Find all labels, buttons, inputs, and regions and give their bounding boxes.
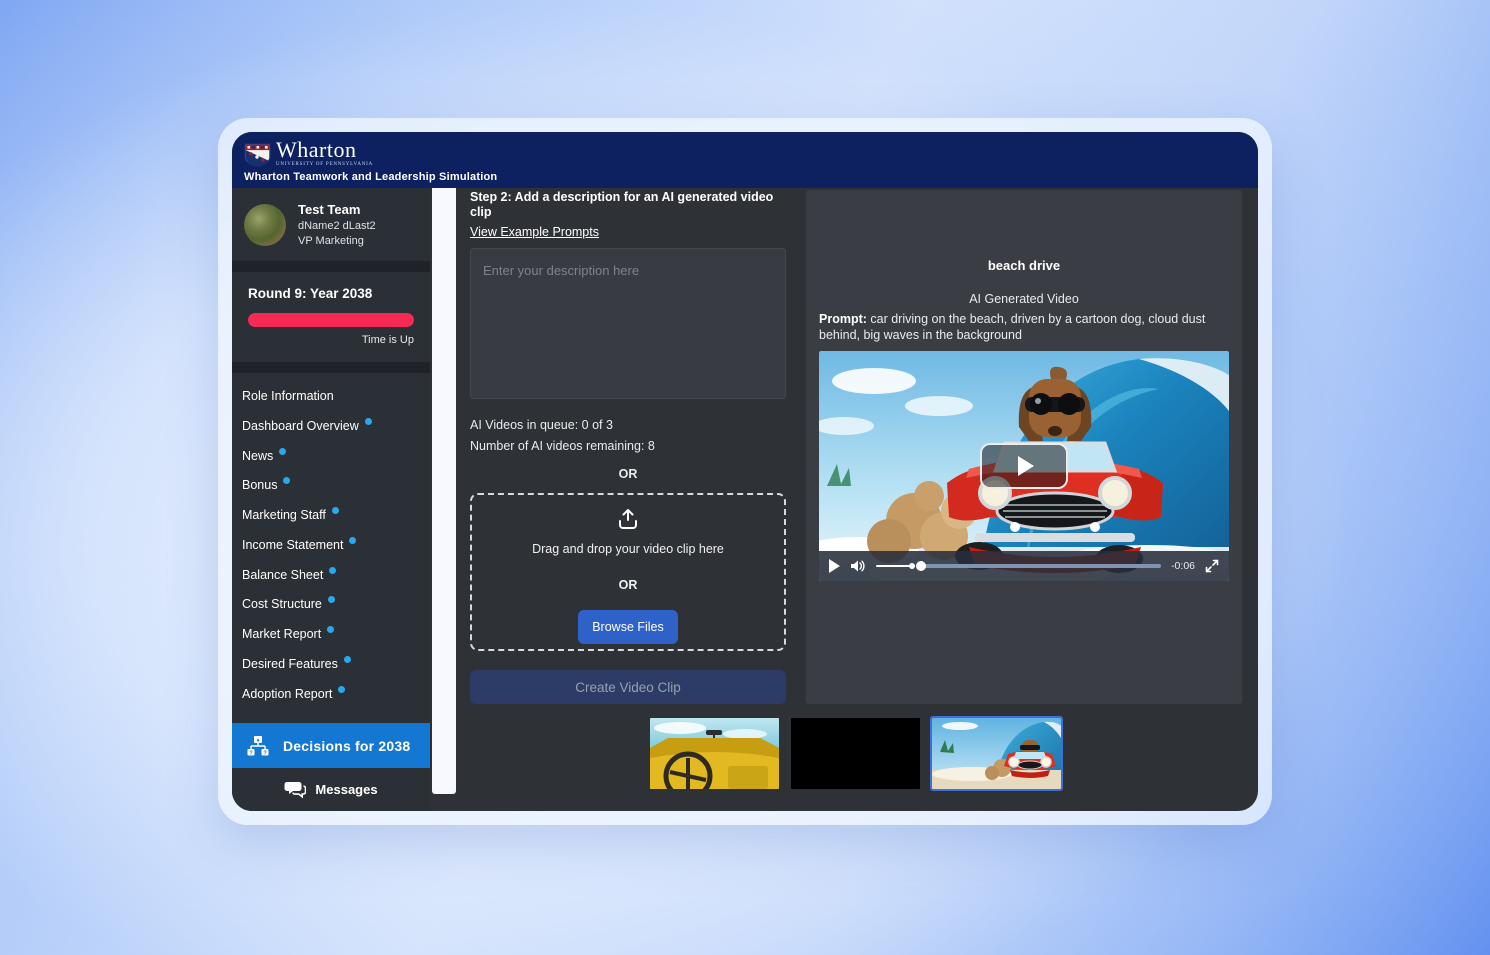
team-info-card: Test Team dName2 dLast2 VP Marketing bbox=[232, 188, 430, 261]
sidebar-item-news[interactable]: News bbox=[232, 442, 430, 472]
notification-dot bbox=[332, 507, 339, 514]
step-title: Step 2: Add a description for an AI gene… bbox=[470, 190, 786, 220]
play-overlay-button[interactable] bbox=[980, 443, 1068, 489]
app-title: Wharton Teamwork and Leadership Simulati… bbox=[244, 171, 1246, 183]
video-controls-bar: -0:06 bbox=[819, 551, 1229, 581]
thumbnail-beach-drive-clip[interactable] bbox=[932, 718, 1061, 789]
seek-bar[interactable] bbox=[922, 564, 1161, 568]
team-role: VP Marketing bbox=[298, 235, 376, 247]
notification-dot bbox=[283, 477, 290, 484]
description-input[interactable] bbox=[470, 248, 786, 399]
messages-label: Messages bbox=[315, 782, 377, 797]
play-icon bbox=[1018, 456, 1034, 476]
sidebar-nav: Role Information Dashboard Overview News… bbox=[232, 373, 430, 723]
notification-dot bbox=[338, 686, 345, 693]
video-title: beach drive bbox=[988, 258, 1060, 273]
speaker-icon[interactable] bbox=[850, 559, 866, 573]
round-progress-fill bbox=[248, 313, 414, 327]
sidebar-item-marketing-staff[interactable]: Marketing Staff bbox=[232, 501, 430, 531]
chat-bubbles-icon bbox=[284, 780, 306, 799]
app-window: Wharton University of Pennsylvania Whart… bbox=[232, 132, 1258, 811]
notification-dot bbox=[327, 626, 334, 633]
video-player[interactable]: -0:06 bbox=[819, 351, 1229, 581]
queue-status: AI Videos in queue: 0 of 3 bbox=[470, 418, 786, 432]
team-avatar bbox=[244, 204, 286, 246]
wharton-shield-icon bbox=[244, 143, 271, 167]
sidebar-item-dashboard-overview[interactable]: Dashboard Overview bbox=[232, 412, 430, 442]
video-prompt: Prompt: car driving on the beach, driven… bbox=[819, 311, 1229, 344]
videos-remaining-status: Number of AI videos remaining: 8 bbox=[470, 439, 786, 453]
decision-tree-icon: ♦ ? ? bbox=[246, 735, 270, 757]
view-example-prompts-link[interactable]: View Example Prompts bbox=[470, 225, 599, 239]
thumbnail-black-clip[interactable] bbox=[791, 718, 920, 789]
sidebar-item-cost-structure[interactable]: Cost Structure bbox=[232, 590, 430, 620]
volume-slider[interactable] bbox=[876, 565, 912, 567]
app-window-frame: Wharton University of Pennsylvania Whart… bbox=[218, 118, 1272, 825]
team-name: Test Team bbox=[298, 202, 376, 217]
round-timer-status: Time is Up bbox=[248, 334, 414, 346]
round-progress-track bbox=[248, 313, 414, 327]
volume-knob[interactable] bbox=[909, 563, 915, 569]
wharton-university-subtext: University of Pennsylvania bbox=[276, 162, 373, 167]
wharton-wordmark: Wharton bbox=[276, 139, 373, 161]
wharton-logo: Wharton University of Pennsylvania bbox=[244, 139, 1246, 167]
notification-dot bbox=[344, 656, 351, 663]
time-remaining: -0:06 bbox=[1171, 560, 1195, 572]
video-type-label: AI Generated Video bbox=[969, 292, 1079, 306]
prompt-text: car driving on the beach, driven by a ca… bbox=[819, 312, 1205, 342]
main-scrollbar[interactable] bbox=[432, 188, 456, 794]
sidebar: Test Team dName2 dLast2 VP Marketing Rou… bbox=[232, 188, 430, 811]
sidebar-item-income-statement[interactable]: Income Statement bbox=[232, 531, 430, 561]
round-title: Round 9: Year 2038 bbox=[248, 286, 414, 301]
main-scroll-gutter bbox=[430, 188, 457, 811]
or-divider: OR bbox=[470, 467, 786, 481]
dropzone-text: Drag and drop your video clip here bbox=[532, 542, 724, 556]
seek-knob[interactable] bbox=[916, 561, 926, 571]
thumbnail-yellow-car-clip[interactable] bbox=[650, 718, 779, 789]
browse-files-button[interactable]: Browse Files bbox=[578, 610, 678, 644]
video-dropzone[interactable]: Drag and drop your video clip here OR Br… bbox=[470, 493, 786, 651]
notification-dot bbox=[349, 537, 356, 544]
sidebar-item-messages[interactable]: Messages bbox=[232, 768, 430, 811]
notification-dot bbox=[329, 567, 336, 574]
play-button[interactable] bbox=[829, 559, 840, 573]
sidebar-item-decisions[interactable]: ♦ ? ? Decisions for 2038 bbox=[232, 723, 430, 768]
prompt-label: Prompt: bbox=[819, 312, 867, 326]
sidebar-item-market-report[interactable]: Market Report bbox=[232, 620, 430, 650]
sidebar-item-balance-sheet[interactable]: Balance Sheet bbox=[232, 561, 430, 591]
fullscreen-icon[interactable] bbox=[1205, 559, 1219, 573]
create-video-clip-button[interactable]: Create Video Clip bbox=[470, 670, 786, 704]
video-preview-panel: beach drive AI Generated Video Prompt: c… bbox=[806, 190, 1242, 704]
sidebar-item-adoption-report[interactable]: Adoption Report bbox=[232, 680, 430, 710]
clip-thumbnails bbox=[470, 718, 1240, 789]
round-info-card: Round 9: Year 2038 Time is Up bbox=[232, 272, 430, 362]
team-member-name: dName2 dLast2 bbox=[298, 220, 376, 232]
notification-dot bbox=[328, 596, 335, 603]
notification-dot bbox=[279, 448, 286, 455]
sidebar-item-role-information[interactable]: Role Information bbox=[232, 382, 430, 412]
decisions-label: Decisions for 2038 bbox=[283, 738, 410, 754]
main-content: Step 2: Add a description for an AI gene… bbox=[457, 188, 1258, 811]
sidebar-item-bonus[interactable]: Bonus bbox=[232, 471, 430, 501]
dropzone-or-divider: OR bbox=[619, 578, 638, 592]
video-description-form: Step 2: Add a description for an AI gene… bbox=[470, 190, 786, 704]
notification-dot bbox=[365, 418, 372, 425]
app-header: Wharton University of Pennsylvania Whart… bbox=[232, 132, 1258, 188]
sidebar-item-desired-features[interactable]: Desired Features bbox=[232, 650, 430, 680]
upload-icon bbox=[617, 508, 639, 530]
